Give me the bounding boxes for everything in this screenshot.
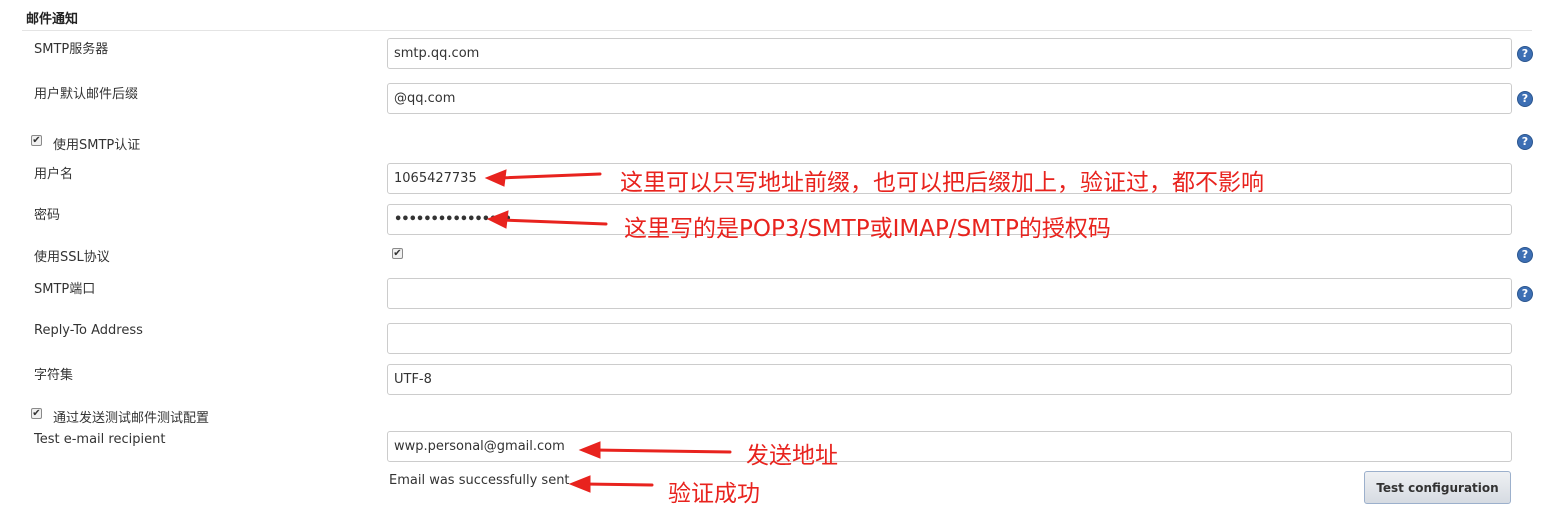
smtp-port-input[interactable] <box>387 278 1512 309</box>
section-divider <box>22 30 1532 31</box>
test-by-sending-label: 通过发送测试邮件测试配置 <box>53 411 210 426</box>
username-value: 1065427735 <box>394 171 477 186</box>
help-icon[interactable]: ? <box>1517 134 1533 150</box>
test-by-sending-checkbox[interactable]: ✔ <box>31 408 42 419</box>
smtp-server-value: smtp.qq.com <box>394 46 480 61</box>
use-ssl-label: 使用SSL协议 <box>34 250 110 265</box>
smtp-server-label: SMTP服务器 <box>34 42 109 57</box>
default-suffix-label: 用户默认邮件后缀 <box>34 87 139 102</box>
password-value: •••••••••••••••• <box>394 212 512 227</box>
recipient-annotation: 发送地址 <box>746 443 838 469</box>
default-suffix-input[interactable]: @qq.com <box>387 83 1512 114</box>
default-suffix-value: @qq.com <box>394 91 456 106</box>
test-configuration-button[interactable]: Test configuration <box>1364 471 1511 504</box>
charset-value: UTF-8 <box>394 372 432 387</box>
test-recipient-label: Test e-mail recipient <box>34 432 166 447</box>
username-label: 用户名 <box>34 167 74 182</box>
password-annotation: 这里写的是POP3/SMTP或IMAP/SMTP的授权码 <box>624 216 1111 242</box>
use-smtp-auth-label: 使用SMTP认证 <box>53 138 141 153</box>
help-icon[interactable]: ? <box>1517 286 1533 302</box>
charset-input[interactable]: UTF-8 <box>387 364 1512 395</box>
smtp-server-input[interactable]: smtp.qq.com <box>387 38 1512 69</box>
test-recipient-value: wwp.personal@gmail.com <box>394 439 565 454</box>
use-smtp-auth-checkbox[interactable]: ✔ <box>31 135 42 146</box>
arrow-icon <box>568 475 654 493</box>
smtp-port-label: SMTP端口 <box>34 282 96 297</box>
help-icon[interactable]: ? <box>1517 46 1533 62</box>
use-ssl-checkbox[interactable]: ✔ <box>392 248 403 259</box>
reply-to-input[interactable] <box>387 323 1512 354</box>
password-label: 密码 <box>34 208 61 223</box>
charset-label: 字符集 <box>34 368 74 383</box>
test-recipient-input[interactable]: wwp.personal@gmail.com <box>387 431 1512 462</box>
username-annotation: 这里可以只写地址前缀，也可以把后缀加上，验证过，都不影响 <box>620 170 1264 196</box>
status-message: Email was successfully sent <box>389 473 570 488</box>
status-annotation: 验证成功 <box>668 481 760 507</box>
help-icon[interactable]: ? <box>1517 247 1533 263</box>
reply-to-label: Reply-To Address <box>34 323 143 338</box>
help-icon[interactable]: ? <box>1517 91 1533 107</box>
section-title: 邮件通知 <box>26 12 79 27</box>
